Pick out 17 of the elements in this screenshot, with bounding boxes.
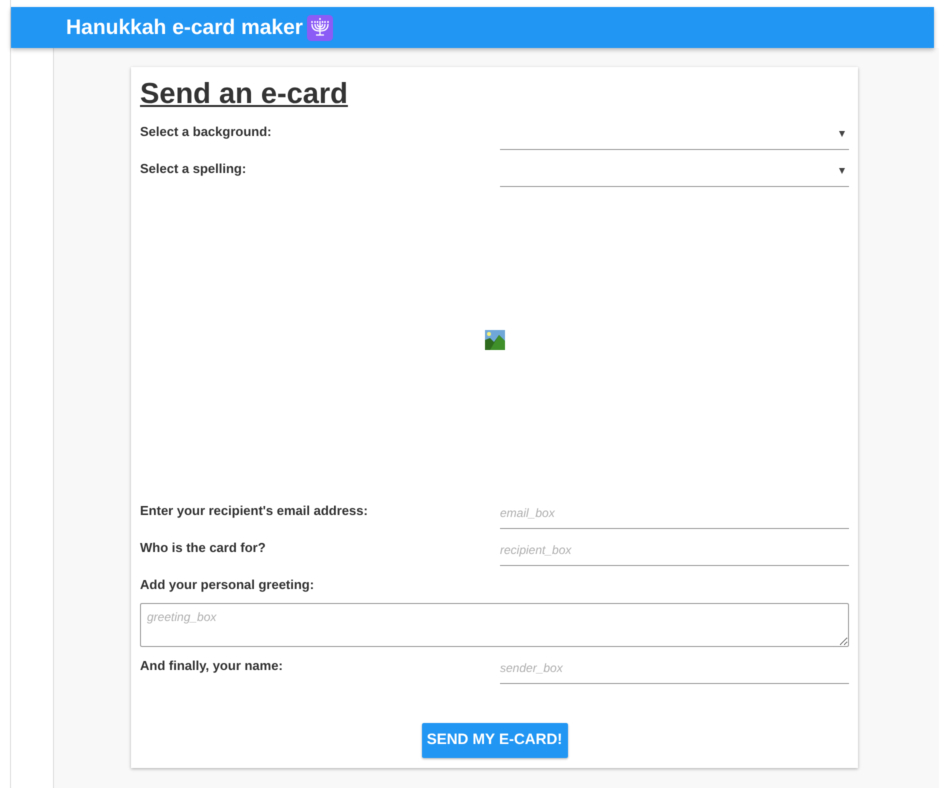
field-label: Enter your recipient's email address: — [140, 502, 369, 520]
field-label: Who is the card for? — [140, 538, 267, 557]
input-field[interactable]: email_box — [500, 498, 849, 529]
input-field[interactable]: sender_box — [500, 653, 849, 684]
app-title: Hanukkah e-card maker — [66, 14, 303, 41]
field-label: Select a background: — [140, 122, 272, 141]
field-label: Select a spelling: — [140, 160, 248, 178]
card-heading: Send an e-card — [140, 77, 348, 112]
field-label: Add your personal greeting: — [140, 576, 314, 594]
send-button[interactable]: SEND MY E-CARD! — [422, 723, 568, 758]
menorah-icon — [306, 14, 333, 40]
field-label: And finally, your name: — [140, 656, 284, 675]
greeting-field[interactable]: greeting_box — [140, 603, 849, 647]
input-field[interactable]: recipient_box — [500, 535, 849, 566]
caret-icon — [839, 131, 845, 137]
broken-image-icon — [484, 330, 504, 350]
caret-icon — [839, 168, 845, 174]
